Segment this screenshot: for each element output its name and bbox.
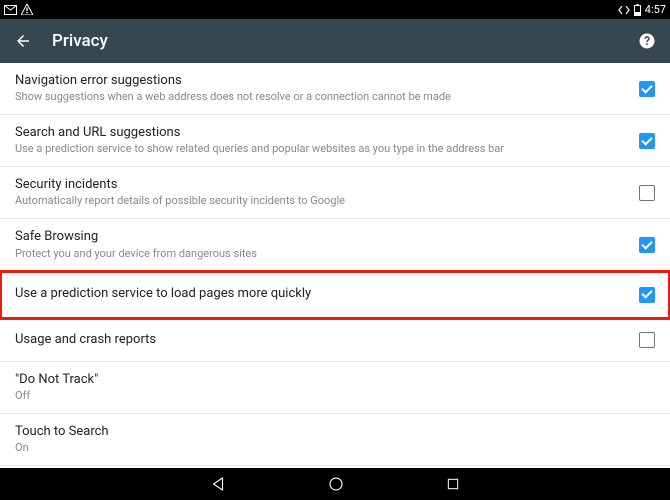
checkbox[interactable]: [639, 332, 655, 348]
row-do-not-track[interactable]: "Do Not Track" Off: [0, 362, 670, 414]
row-title: Security incidents: [15, 177, 609, 193]
nav-home-button[interactable]: [327, 475, 345, 493]
checkbox[interactable]: [639, 133, 655, 149]
mail-icon: [4, 5, 17, 15]
page-title: Privacy: [52, 31, 108, 51]
clock-text: 4:57: [645, 3, 666, 16]
checkbox[interactable]: [639, 81, 655, 97]
row-subtitle: Protect you and your device from dangero…: [15, 247, 609, 262]
settings-list: Navigation error suggestions Show sugges…: [0, 63, 670, 468]
toolbar: Privacy: [0, 19, 670, 63]
row-safe-browsing[interactable]: Safe Browsing Protect you and your devic…: [0, 219, 670, 271]
statusbar: 4:57: [0, 0, 670, 19]
warning-icon: [21, 4, 33, 15]
row-title: Search and URL suggestions: [15, 125, 609, 141]
row-usage-crash-reports[interactable]: Usage and crash reports: [0, 319, 670, 362]
checkbox[interactable]: [639, 287, 655, 303]
row-subtitle: Automatically report details of possible…: [15, 194, 609, 209]
row-subtitle: Show suggestions when a web address does…: [15, 90, 609, 105]
nav-back-button[interactable]: [209, 475, 227, 493]
nav-recent-button[interactable]: [445, 476, 461, 492]
checkbox[interactable]: [639, 185, 655, 201]
navigation-bar: [0, 468, 670, 500]
row-title: Use a prediction service to load pages m…: [15, 286, 609, 302]
code-icon: [618, 6, 630, 14]
checkbox[interactable]: [639, 237, 655, 253]
row-navigation-error-suggestions[interactable]: Navigation error suggestions Show sugges…: [0, 63, 670, 115]
help-button[interactable]: [638, 32, 656, 50]
row-subtitle: Use a prediction service to show related…: [15, 142, 609, 157]
row-title: Navigation error suggestions: [15, 73, 609, 89]
row-subtitle: Off: [15, 389, 625, 404]
row-title: Touch to Search: [15, 424, 625, 440]
row-title: Safe Browsing: [15, 229, 609, 245]
back-button[interactable]: [14, 32, 32, 50]
battery-icon: [634, 4, 641, 16]
row-title: "Do Not Track": [15, 372, 625, 388]
row-search-url-suggestions[interactable]: Search and URL suggestions Use a predict…: [0, 115, 670, 167]
row-title: Usage and crash reports: [15, 332, 609, 348]
row-prediction-preload[interactable]: Use a prediction service to load pages m…: [0, 271, 670, 318]
row-touch-to-search[interactable]: Touch to Search On: [0, 414, 670, 466]
row-subtitle: On: [15, 441, 625, 456]
row-security-incidents[interactable]: Security incidents Automatically report …: [0, 167, 670, 219]
